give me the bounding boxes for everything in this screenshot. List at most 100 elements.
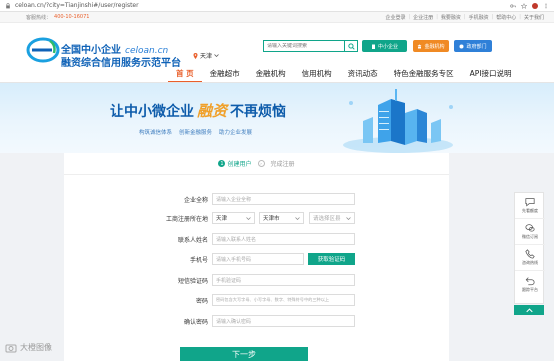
district-select[interactable]: 请选择区县 <box>309 212 355 224</box>
confirm-password-input[interactable]: 请输入确认密码 <box>212 315 355 327</box>
sms-row: 短信验证码 手机验证码 <box>64 274 449 286</box>
province-select[interactable]: 天津 <box>212 212 255 224</box>
city-value: 天津市 <box>263 216 280 222</box>
sme-button[interactable]: 中小企业 <box>362 40 407 52</box>
top-links: 企业登录 | 企业注册 | 我要融资 | 手机融资 | 帮助中心 | 关于我们 <box>385 13 544 21</box>
step-number: 1 <box>218 160 226 167</box>
nav-financial-institutions[interactable]: 金融机构 <box>248 68 294 83</box>
top-link-help[interactable]: 帮助中心 <box>496 14 516 21</box>
banner-sub-2: 创新金融服务 <box>179 130 213 136</box>
building-icon <box>371 44 375 49</box>
top-link-strip: 客服热线： 400-10-16071 企业登录 | 企业注册 | 我要融资 | 手机融… <box>0 12 554 23</box>
nav-api-docs[interactable]: API接口说明 <box>462 68 520 83</box>
financial-institution-button[interactable]: 金融机构 <box>413 40 449 52</box>
contact-row: 联系人姓名 请输入联系人姓名 <box>64 233 449 245</box>
hero-banner: 让中小微企业 融资 不再烦恼 构筑诚信体系 创新金融服务 助力企业发展 <box>0 83 554 153</box>
search-box <box>263 40 358 52</box>
return-icon <box>525 276 535 285</box>
site-logo-icon[interactable] <box>26 35 60 65</box>
top-link-about[interactable]: 关于我们 <box>524 14 544 21</box>
phone-icon <box>525 249 535 259</box>
location-pin-icon <box>193 52 198 59</box>
nav-news[interactable]: 资讯动态 <box>340 68 386 83</box>
banner-subtitle: 构筑诚信体系 创新金融服务 助力企业发展 <box>139 128 252 136</box>
chevron-down-icon <box>346 217 351 220</box>
sme-button-label: 中小企业 <box>377 43 398 50</box>
chevron-right-icon: › <box>257 160 265 167</box>
chevron-down-icon <box>295 217 300 220</box>
watermark: 大橙图像 <box>5 342 52 353</box>
top-link-login[interactable]: 企业登录 <box>385 14 405 21</box>
register-steps: 1 创建用户 › 完成注册 <box>64 153 449 175</box>
side-wechat-label: 微信订阅 <box>522 234 538 239</box>
city-selector[interactable]: 天津 <box>193 51 219 60</box>
search-icon <box>347 42 355 50</box>
phone-label: 手机号 <box>189 257 208 264</box>
city-name: 天津 <box>200 53 213 60</box>
browser-address-bar: celoan.cn/?city=Tianjinshi#/user/registe… <box>0 0 554 12</box>
watermark-text: 大橙图像 <box>20 343 52 352</box>
banner-title-pre: 让中小微企业 <box>110 104 194 120</box>
password-label: 密码 <box>195 298 208 305</box>
back-to-top-button[interactable] <box>514 305 544 315</box>
top-link-register[interactable]: 企业注册 <box>413 14 433 21</box>
get-code-button[interactable]: 获取验证码 <box>308 253 355 265</box>
company-row: 企业全称 请输入企业全称 <box>64 193 449 205</box>
government-button[interactable]: 政府部门 <box>454 40 492 52</box>
nav-special-services[interactable]: 特色金融服务专区 <box>386 68 462 83</box>
step-complete: 完成注册 <box>271 159 295 168</box>
district-value: 请选择区县 <box>313 216 341 222</box>
financial-institution-label: 金融机构 <box>424 43 445 50</box>
wechat-icon <box>525 224 535 232</box>
side-track[interactable]: 跟踪平台 <box>515 271 545 297</box>
phone-input[interactable]: 请输入手机号码 <box>212 253 304 265</box>
nav-credit-agencies[interactable]: 信用机构 <box>294 68 340 83</box>
confirm-label: 确认密码 <box>183 319 208 326</box>
nav-home[interactable]: 首 页 <box>168 68 202 83</box>
key-icon[interactable] <box>510 3 516 9</box>
chevron-down-icon <box>246 217 251 220</box>
search-input[interactable] <box>264 43 344 49</box>
side-hotline[interactable]: 咨询热线 <box>515 245 545 271</box>
phone-row: 手机号 请输入手机号码 获取验证码 <box>64 253 449 265</box>
camera-logo-icon <box>5 344 17 352</box>
chevron-down-icon <box>214 54 219 58</box>
sms-code-input[interactable]: 手机验证码 <box>212 274 355 286</box>
step-create-user-label: 创建用户 <box>227 161 252 168</box>
side-hotline-label: 咨询热线 <box>522 260 538 265</box>
banner-title-accent: 融资 <box>197 102 228 120</box>
chevron-up-icon <box>525 307 533 312</box>
star-icon[interactable] <box>521 2 527 9</box>
city-building-illustration <box>343 89 453 153</box>
top-link-financing[interactable]: 我要融资 <box>441 14 461 21</box>
region-label: 工商注册所在地 <box>165 216 208 223</box>
government-icon <box>459 44 464 48</box>
side-quota[interactable]: 先看额度 <box>515 193 545 219</box>
company-label: 企业全称 <box>183 197 208 204</box>
hotline-number: 400-10-16071 <box>54 14 90 20</box>
side-wechat[interactable]: 微信订阅 <box>515 219 545 245</box>
contact-input[interactable]: 请输入联系人姓名 <box>212 233 355 245</box>
hotline-label: 客服热线： <box>26 14 52 21</box>
city-select[interactable]: 天津市 <box>259 212 304 224</box>
search-button[interactable] <box>344 40 357 52</box>
step-complete-label: 完成注册 <box>270 161 295 168</box>
sms-label: 短信验证码 <box>177 278 208 285</box>
more-menu-icon[interactable] <box>543 3 549 9</box>
banner-sub-3: 助力企业发展 <box>219 130 253 136</box>
floating-side-panel: 先看额度 微信订阅 咨询热线 跟踪平台 <box>514 192 545 304</box>
register-form-card: 1 创建用户 › 完成注册 企业全称 请输入企业全称 工商注册所在地 天津 天津… <box>64 153 449 361</box>
url-text[interactable]: celoan.cn/?city=Tianjinshi#/user/registe… <box>15 2 139 9</box>
nav-finance-market[interactable]: 金融超市 <box>202 68 248 83</box>
bank-icon <box>417 44 422 48</box>
government-button-label: 政府部门 <box>466 43 487 50</box>
top-link-mobile[interactable]: 手机融资 <box>469 14 489 21</box>
company-input[interactable]: 请输入企业全称 <box>212 193 355 205</box>
password-input[interactable]: 密码包含大写字母、小写字母、数字、特殊符号中的三种以上 <box>212 294 355 306</box>
next-step-button[interactable]: 下一步 <box>180 347 308 361</box>
banner-title-post: 不再烦恼 <box>230 104 287 120</box>
profile-avatar[interactable] <box>532 2 538 9</box>
lock-icon <box>6 2 10 8</box>
main-nav: 首 页 金融超市 金融机构 信用机构 资讯动态 特色金融服务专区 API接口说明 <box>168 68 520 83</box>
contact-label: 联系人姓名 <box>177 237 208 244</box>
